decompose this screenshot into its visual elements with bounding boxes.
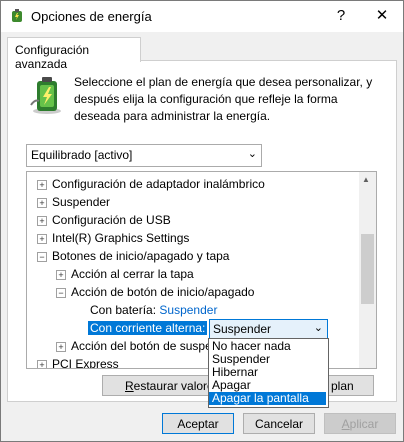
expand-icon[interactable]: +	[37, 180, 47, 190]
plan-select-value: Equilibrado [activo]	[31, 148, 133, 162]
on-battery-value-link[interactable]: Suspender	[159, 303, 217, 317]
accept-button[interactable]: Aceptar	[162, 413, 234, 434]
expand-icon[interactable]: +	[37, 198, 47, 208]
apply-label: plicar	[349, 417, 379, 431]
tree-item-label: Botones de inicio/apagado y tapa	[52, 249, 230, 263]
tree-item-label: Acción de botón de inicio/apagado	[71, 285, 255, 299]
on-battery-label: Con batería:	[90, 303, 157, 317]
collapse-icon[interactable]: −	[56, 288, 66, 298]
chevron-down-icon: ⌄	[247, 148, 257, 160]
restore-mnemonic: R	[125, 379, 134, 393]
restore-label: estaurar valore	[133, 379, 214, 393]
apply-button[interactable]: Aplicar	[324, 413, 396, 434]
help-button[interactable]: ?	[328, 3, 354, 29]
scroll-up-icon[interactable]: ▲	[362, 175, 370, 184]
power-options-icon	[12, 9, 22, 22]
expand-icon[interactable]: +	[37, 216, 47, 226]
action-dropdown-list[interactable]: No hacer nada Suspender Hibernar Apagar …	[208, 338, 329, 408]
chevron-down-icon: ⌄	[313, 322, 323, 334]
power-options-dialog: Opciones de energía ? ✕ Configuración av…	[0, 0, 404, 442]
restore-label-suffix: plan	[331, 379, 354, 393]
apply-mnemonic: A	[341, 417, 350, 431]
tree-item-label: Acción al cerrar la tapa	[71, 267, 194, 281]
combo-value: Suspender	[213, 322, 272, 336]
tree-item-label: Acción del botón de suspe	[71, 339, 212, 353]
tree-item-label: Configuración de USB	[52, 213, 171, 227]
expand-icon[interactable]: +	[56, 270, 66, 280]
expand-icon[interactable]: +	[37, 360, 47, 368]
tree-item-on-battery[interactable]: Con batería: Suspender	[90, 301, 217, 319]
expand-icon[interactable]: +	[56, 342, 66, 352]
plan-description: Seleccione el plan de energía que desea …	[74, 75, 373, 123]
tree-item-label: Suspender	[52, 195, 111, 209]
collapse-icon[interactable]: −	[37, 252, 47, 262]
close-button[interactable]: ✕	[367, 3, 397, 29]
scrollbar-thumb[interactable]	[361, 234, 374, 304]
tree-item-label: Intel(R) Graphics Settings	[52, 231, 190, 245]
expand-icon[interactable]: +	[37, 234, 47, 244]
battery-plan-icon	[30, 77, 61, 114]
plugged-in-label: Con corriente alterna:	[88, 321, 208, 335]
option-turn-off-display[interactable]: Apagar la pantalla	[209, 392, 326, 405]
tree-scrollbar[interactable]: ▲	[359, 172, 376, 368]
tree-item-plugged-in[interactable]: Con corriente alterna:	[88, 319, 208, 337]
cancel-button[interactable]: Cancelar	[243, 413, 315, 434]
window-title: Opciones de energía	[31, 9, 152, 24]
tree-item-label: Configuración de adaptador inalámbrico	[52, 177, 265, 191]
plugged-in-action-select[interactable]: Suspender ⌄	[209, 319, 328, 340]
power-plan-select[interactable]: Equilibrado [activo] ⌄	[26, 144, 262, 167]
tab-advanced-settings[interactable]: Configuración avanzada	[7, 37, 141, 71]
tab-label: Configuración avanzada	[15, 43, 90, 71]
title-bar: Opciones de energía ? ✕	[1, 1, 403, 32]
tree-item-label: PCI Express	[52, 357, 119, 369]
